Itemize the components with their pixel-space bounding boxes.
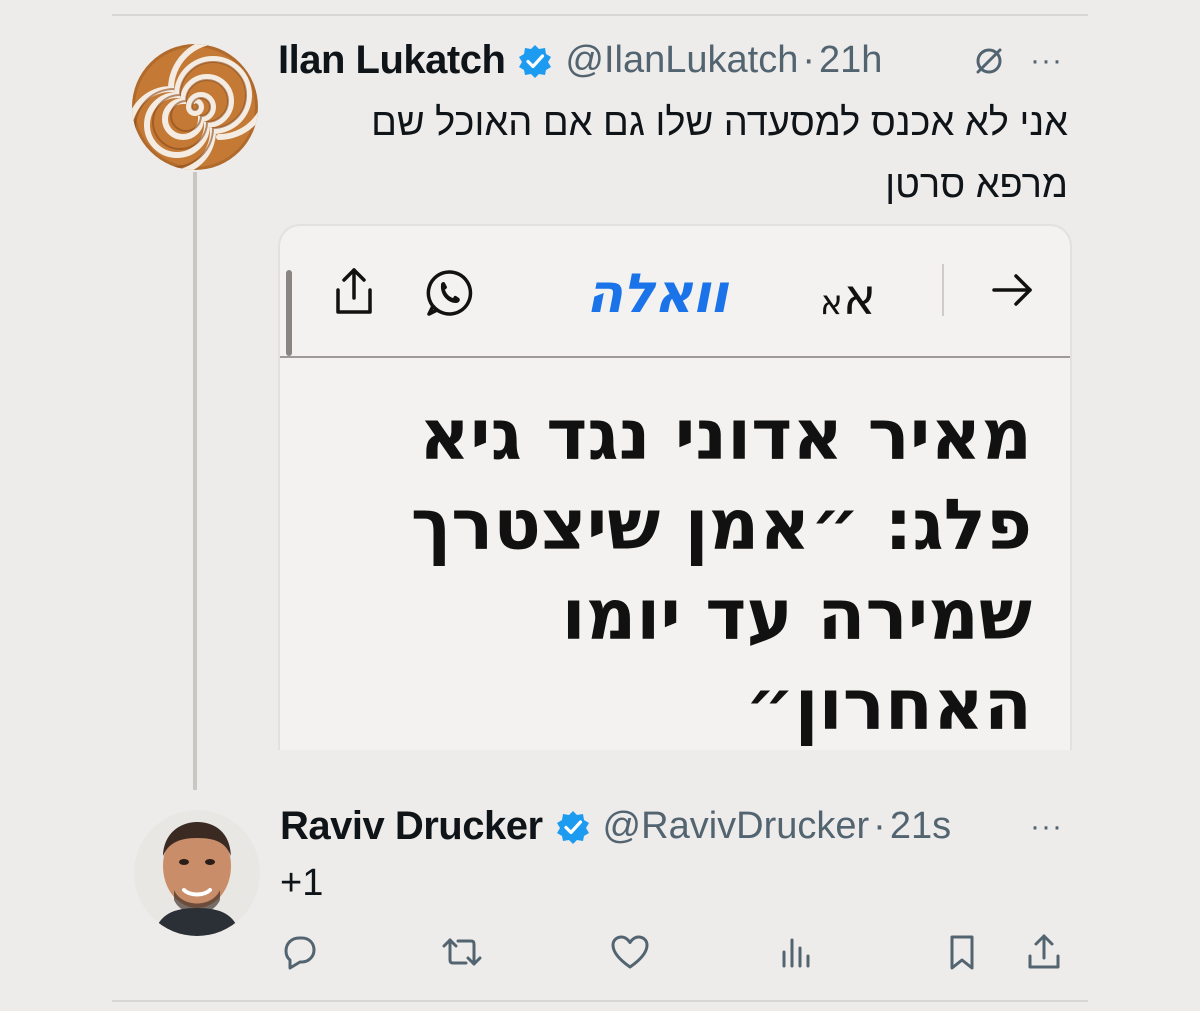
more-icon[interactable]: ··· <box>1030 44 1063 78</box>
meta-separator: · <box>802 39 815 81</box>
headline-line: האחרון״ <box>744 664 1032 746</box>
avatar-raviv-drucker[interactable] <box>134 810 260 936</box>
forward-arrow-icon[interactable] <box>990 270 1036 315</box>
hidden-reply-icon[interactable] <box>972 44 1006 83</box>
headline-line: מאיר אדוני נגד גיא <box>419 394 1032 476</box>
tweet-header: Raviv Drucker @RavivDrucker · 21s <box>280 804 951 849</box>
author-name[interactable]: Ilan Lukatch <box>278 38 506 83</box>
retweet-icon[interactable] <box>440 930 484 974</box>
views-icon[interactable] <box>774 930 818 974</box>
headline-line: פלג: ״אמן שיצטרך <box>410 484 1032 566</box>
avatar-ilan-lukatch[interactable] <box>132 44 258 170</box>
reply-icon[interactable] <box>276 930 320 974</box>
top-divider <box>112 14 1088 16</box>
bookmark-icon[interactable] <box>940 930 984 974</box>
walla-logo: וואלה <box>586 262 728 325</box>
verified-badge-icon <box>517 43 553 79</box>
share-icon[interactable] <box>1022 930 1066 974</box>
tweet-timestamp[interactable]: 21h <box>819 39 882 82</box>
verified-badge-icon <box>555 809 591 845</box>
whatsapp-icon[interactable] <box>424 268 474 323</box>
tweet-thread: Ilan Lukatch @IlanLukatch · 21h ··· אני … <box>0 0 1200 1011</box>
more-icon[interactable]: ··· <box>1030 810 1063 844</box>
font-size-small: א <box>820 283 843 323</box>
tweet-text-line: מרפא סרטן <box>885 164 1068 206</box>
thread-connector-line <box>193 172 197 790</box>
scroll-edge <box>286 270 292 356</box>
embedded-image-card[interactable]: וואלה אא מאיר אדוני נגד גיא פלג: ״אמן שי… <box>278 224 1072 750</box>
tweet-timestamp[interactable]: 21s <box>890 805 951 848</box>
share-icon[interactable] <box>330 266 378 323</box>
tweet-text-line: אני לא אכנס למסעדה שלו גם אם האוכל שם <box>371 102 1068 144</box>
walla-toolbar: וואלה אא <box>280 226 1070 358</box>
article-headline: מאיר אדוני נגד גיא פלג: ״אמן שיצטרך שמיר… <box>392 390 1032 750</box>
toolbar-divider <box>942 264 944 316</box>
bottom-divider <box>112 1000 1088 1002</box>
tweet-header: Ilan Lukatch @IlanLukatch · 21h <box>278 38 882 83</box>
like-icon[interactable] <box>608 930 652 974</box>
tweet-action-bar <box>276 930 1066 978</box>
font-size-button[interactable]: אא <box>820 268 876 326</box>
author-name[interactable]: Raviv Drucker <box>280 804 543 849</box>
tweet-text: אני לא אכנס למסעדה שלו גם אם האוכל שם מר… <box>268 92 1068 216</box>
headline-line: שמירה עד יומו <box>561 574 1032 656</box>
author-handle[interactable]: @IlanLukatch <box>565 39 798 82</box>
tweet-text: +1 <box>280 862 324 904</box>
author-handle[interactable]: @RavivDrucker <box>603 805 870 848</box>
meta-separator: · <box>873 805 886 847</box>
font-size-big: א <box>842 268 877 326</box>
